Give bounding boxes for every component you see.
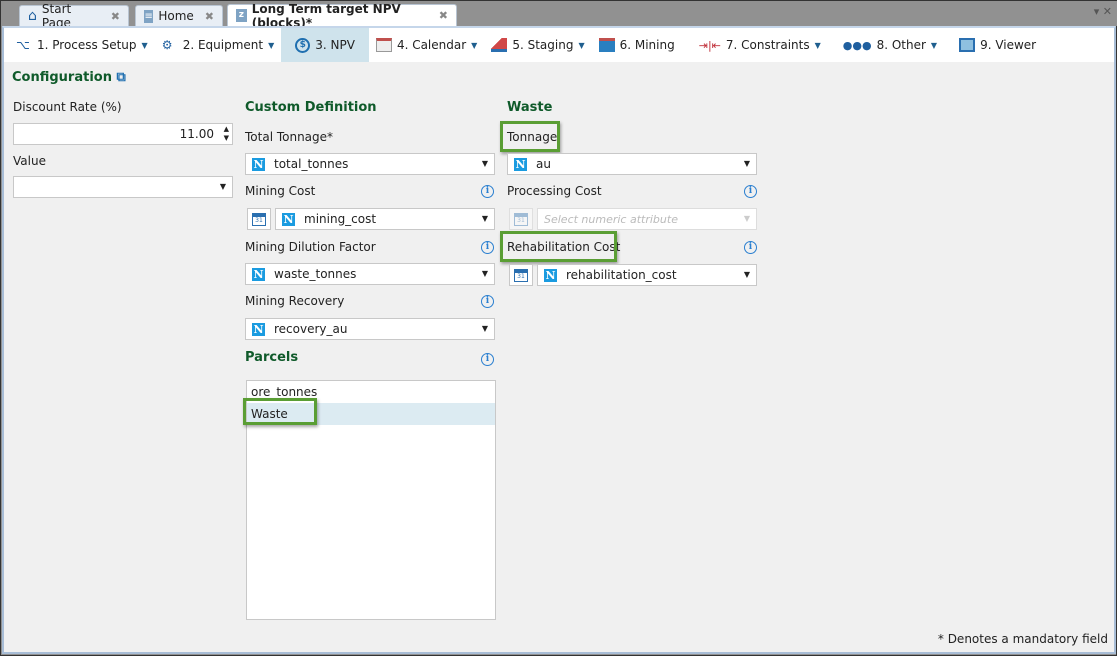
parcels-title: Parcels (245, 350, 299, 365)
tab-start-page[interactable]: ⌂ Start Page ✖ (19, 2, 129, 30)
toolbar-other[interactable]: ●●● 8. Other ▼ (836, 28, 944, 62)
numeric-icon: N (282, 212, 295, 226)
processing-cost-label: Processing Cost (507, 184, 602, 198)
close-icon[interactable]: ✖ (439, 9, 448, 22)
waste-title: Waste (507, 100, 553, 115)
more-icon: ●●● (842, 38, 872, 52)
calendar-toggle-button[interactable]: 31 (509, 208, 533, 230)
numeric-icon: N (252, 322, 265, 336)
chevron-down-icon: ▼ (481, 159, 488, 168)
info-icon[interactable]: i (481, 241, 494, 254)
highlight-box (243, 398, 317, 425)
numeric-icon: N (252, 267, 265, 281)
numeric-icon: N (252, 157, 265, 171)
toolbar-equipment[interactable]: ⚙ 2. Equipment ▼ (155, 28, 282, 62)
chevron-down-icon: ▼ (268, 40, 275, 50)
npv-panel: ⌥ 1. Process Setup ▼ ⚙ 2. Equipment ▼ $3. NP… (2, 26, 1116, 654)
total-tonnage-dropdown[interactable]: Ntotal_tonnes ▼ (245, 153, 495, 175)
info-icon[interactable]: i (481, 353, 494, 366)
home-icon: ⌂ (28, 8, 37, 24)
toolbar: ⌥ 1. Process Setup ▼ ⚙ 2. Equipment ▼ $3. NP… (4, 28, 1114, 62)
calendar-icon (375, 38, 392, 52)
spinner-icon[interactable]: ▲ ▼ (224, 125, 229, 143)
custom-definition-title: Custom Definition (245, 100, 377, 115)
discount-rate-input[interactable]: 11.00 ▲ ▼ (13, 123, 233, 145)
value-label: Value (13, 154, 46, 168)
chevron-down-icon: ▼ (481, 269, 488, 278)
configuration-title: Configuration ⧉ (12, 70, 126, 85)
chevron-down-icon: ▼ (481, 324, 488, 333)
calendar-icon: 31 (514, 268, 528, 282)
info-icon[interactable]: i (744, 241, 757, 254)
constraints-icon: ⇥|⇤ (698, 38, 721, 52)
processing-cost-dropdown[interactable]: Select numeric attribute ▼ (537, 208, 757, 230)
equipment-icon: ⚙ (161, 38, 173, 52)
mining-cost-dropdown[interactable]: Nmining_cost ▼ (275, 208, 495, 230)
chevron-down-icon: ▼ (743, 214, 750, 223)
mining-recovery-dropdown[interactable]: Nrecovery_au ▼ (245, 318, 495, 340)
document-icon: ≡ (144, 9, 154, 23)
tab-home[interactable]: ≡ Home ✖ (135, 5, 223, 26)
waste-tonnage-dropdown[interactable]: Nau ▼ (507, 153, 757, 175)
total-tonnage-label: Total Tonnage* (245, 130, 334, 144)
toolbar-viewer[interactable]: 9. Viewer (952, 28, 1043, 62)
rehabilitation-cost-dropdown[interactable]: Nrehabilitation_cost ▼ (537, 264, 757, 286)
info-icon[interactable]: i (744, 185, 757, 198)
staging-icon (491, 38, 508, 52)
numeric-icon: N (514, 157, 527, 171)
calendar-icon: 31 (514, 212, 528, 226)
chevron-down-icon: ▼ (141, 40, 148, 50)
mining-dilution-dropdown[interactable]: Nwaste_tonnes ▼ (245, 263, 495, 285)
chevron-down-icon: ▼ (743, 270, 750, 279)
mining-recovery-label: Mining Recovery (245, 294, 345, 308)
window: ⌂ Start Page ✖ ≡ Home ✖ z Long Term target… (0, 0, 1117, 656)
mining-cost-label: Mining Cost (245, 184, 316, 198)
npv-icon: z (236, 9, 247, 22)
toolbar-npv[interactable]: $3. NPV (281, 28, 369, 62)
calendar-icon: 31 (252, 212, 266, 226)
chevron-down-icon: ▼ (219, 182, 226, 191)
process-setup-icon: ⌥ (16, 38, 30, 52)
toolbar-process-setup[interactable]: ⌥ 1. Process Setup ▼ (9, 28, 155, 62)
tab-bar: ⌂ Start Page ✖ ≡ Home ✖ z Long Term target… (1, 1, 1117, 30)
chevron-down-icon: ▼ (481, 214, 488, 223)
viewer-icon (959, 38, 976, 52)
chevron-down-icon: ▼ (814, 40, 821, 50)
toolbar-staging[interactable]: 5. Staging ▼ (484, 28, 591, 62)
external-link-icon[interactable]: ⧉ (117, 70, 126, 85)
dollar-icon: $ (295, 37, 311, 53)
highlight-box (500, 121, 560, 152)
calendar-toggle-button[interactable]: 31 (247, 208, 271, 230)
info-icon[interactable]: i (481, 185, 494, 198)
close-icon[interactable]: ✖ (111, 10, 120, 23)
mining-icon (598, 38, 615, 52)
toolbar-mining[interactable]: 6. Mining (592, 28, 682, 62)
numeric-icon: N (544, 268, 557, 282)
toolbar-calendar[interactable]: 4. Calendar ▼ (369, 28, 484, 62)
mandatory-note: * Denotes a mandatory field (937, 632, 1108, 646)
chevron-down-icon: ▼ (743, 159, 750, 168)
highlight-box (500, 231, 617, 262)
discount-rate-label: Discount Rate (%) (13, 100, 122, 114)
tab-long-term-npv[interactable]: z Long Term target NPV (blocks)* ✖ (227, 2, 457, 30)
calendar-toggle-button[interactable]: 31 (509, 264, 533, 286)
info-icon[interactable]: i (481, 295, 494, 308)
mining-dilution-label: Mining Dilution Factor (245, 240, 376, 254)
chevron-down-icon: ▼ (471, 40, 478, 50)
chevron-down-icon: ▼ (578, 40, 585, 50)
chevron-down-icon: ▼ (930, 40, 938, 50)
toolbar-constraints[interactable]: ⇥|⇤ 7. Constraints ▼ (692, 28, 828, 62)
value-dropdown[interactable]: ▼ (13, 176, 233, 198)
close-icon[interactable]: ✖ (205, 10, 214, 23)
window-menu-icon[interactable]: ▾ ✕ (1094, 5, 1112, 18)
